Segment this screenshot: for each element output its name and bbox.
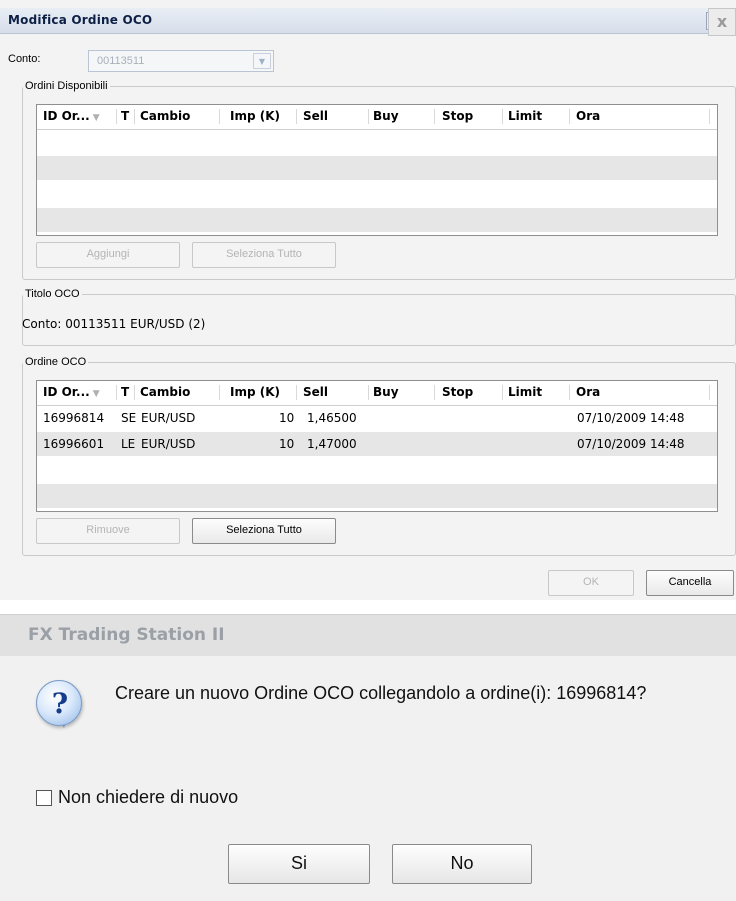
cell-cambio: EUR/USD — [141, 411, 196, 425]
cell-id: 16996814 — [43, 411, 105, 425]
column-header-imp[interactable]: Imp (K) — [230, 385, 280, 399]
cell-ora: 07/10/2009 14:48 — [577, 411, 685, 425]
table-row[interactable] — [37, 208, 717, 232]
column-header-cambio[interactable]: Cambio — [140, 109, 190, 123]
chevron-down-icon[interactable]: ▼ — [253, 53, 271, 69]
column-header-imp[interactable]: Imp (K) — [230, 109, 280, 123]
account-value: 00113511 — [97, 55, 145, 67]
table-header: ID Or... ▼ T Cambio Imp (K) Sell Buy Stop… — [37, 105, 717, 130]
column-header-limit[interactable]: Limit — [508, 109, 542, 123]
cell-t: LE — [121, 437, 136, 451]
cell-imp: 10 — [279, 411, 295, 425]
messagebox-title: FX Trading Station II — [28, 625, 225, 645]
oco-orders-legend: Ordine OCO — [25, 356, 87, 368]
dont-ask-label[interactable]: Non chiedere di nuovo — [58, 787, 238, 808]
cancel-button[interactable]: Cancella — [646, 570, 734, 596]
table-row[interactable]: 16996814 SE EUR/USD 10 1,46500 07/10/200… — [37, 406, 717, 430]
cell-t: SE — [121, 411, 137, 425]
cell-ora: 07/10/2009 14:48 — [577, 437, 685, 451]
account-label: Conto: — [8, 53, 41, 65]
oco-orders-table[interactable]: ID Or... ▼ T Cambio Imp (K) Sell Buy Stop… — [36, 380, 718, 512]
cell-sell: 1,47000 — [307, 437, 357, 451]
dialog-titlebar: Modifica Ordine OCO ? x — [0, 8, 736, 34]
ok-button[interactable]: OK — [548, 570, 634, 596]
table-header: ID Or... ▼ T Cambio Imp (K) Sell Buy Stop… — [37, 381, 717, 406]
oco-title-text: Conto: 00113511 EUR/USD (2) — [22, 317, 206, 331]
column-header-stop[interactable]: Stop — [442, 109, 473, 123]
sort-icon: ▼ — [92, 113, 100, 123]
column-header-cambio[interactable]: Cambio — [140, 385, 190, 399]
message-text: Creare un nuovo Ordine OCO collegandolo … — [115, 683, 647, 703]
table-row[interactable]: 16996601 LE EUR/USD 10 1,47000 07/10/200… — [37, 432, 717, 456]
account-select[interactable]: 00113511 ▼ — [88, 50, 274, 72]
add-button[interactable]: Aggiungi — [36, 242, 180, 268]
column-header-id[interactable]: ID Or... ▼ — [43, 109, 100, 123]
column-header-buy[interactable]: Buy — [373, 109, 399, 123]
no-button[interactable]: No — [392, 844, 532, 884]
select-all-oco-button[interactable]: Seleziona Tutto — [192, 518, 336, 544]
cell-imp: 10 — [279, 437, 295, 451]
oco-title-legend: Titolo OCO — [25, 288, 80, 300]
table-row[interactable] — [37, 156, 717, 180]
column-header-ora[interactable]: Ora — [576, 109, 600, 123]
column-header-sell[interactable]: Sell — [303, 385, 328, 399]
cell-sell: 1,46500 — [307, 411, 357, 425]
table-row[interactable] — [37, 484, 717, 508]
table-row[interactable] — [37, 182, 717, 206]
select-all-available-button[interactable]: Seleziona Tutto — [192, 242, 336, 268]
table-row[interactable] — [37, 130, 717, 154]
yes-button[interactable]: Si — [228, 844, 370, 884]
column-header-sell[interactable]: Sell — [303, 109, 328, 123]
dialog-title: Modifica Ordine OCO — [8, 13, 153, 27]
close-icon[interactable]: x — [708, 8, 736, 36]
column-header-t[interactable]: T — [121, 385, 129, 399]
dont-ask-checkbox[interactable] — [36, 790, 52, 806]
table-row[interactable] — [37, 458, 717, 482]
column-header-buy[interactable]: Buy — [373, 385, 399, 399]
column-header-ora[interactable]: Ora — [576, 385, 600, 399]
column-header-id[interactable]: ID Or... ▼ — [43, 385, 100, 399]
messagebox-titlebar: FX Trading Station II — [0, 614, 736, 656]
column-header-stop[interactable]: Stop — [442, 385, 473, 399]
sort-icon: ▼ — [92, 389, 100, 399]
available-orders-legend: Ordini Disponibili — [25, 80, 108, 92]
column-header-limit[interactable]: Limit — [508, 385, 542, 399]
remove-button[interactable]: Rimuove — [36, 518, 180, 544]
available-orders-table[interactable]: ID Or... ▼ T Cambio Imp (K) Sell Buy Stop… — [36, 104, 718, 236]
cell-cambio: EUR/USD — [141, 437, 196, 451]
question-icon: ? — [36, 680, 82, 726]
column-header-t[interactable]: T — [121, 109, 129, 123]
cell-id: 16996601 — [43, 437, 105, 451]
